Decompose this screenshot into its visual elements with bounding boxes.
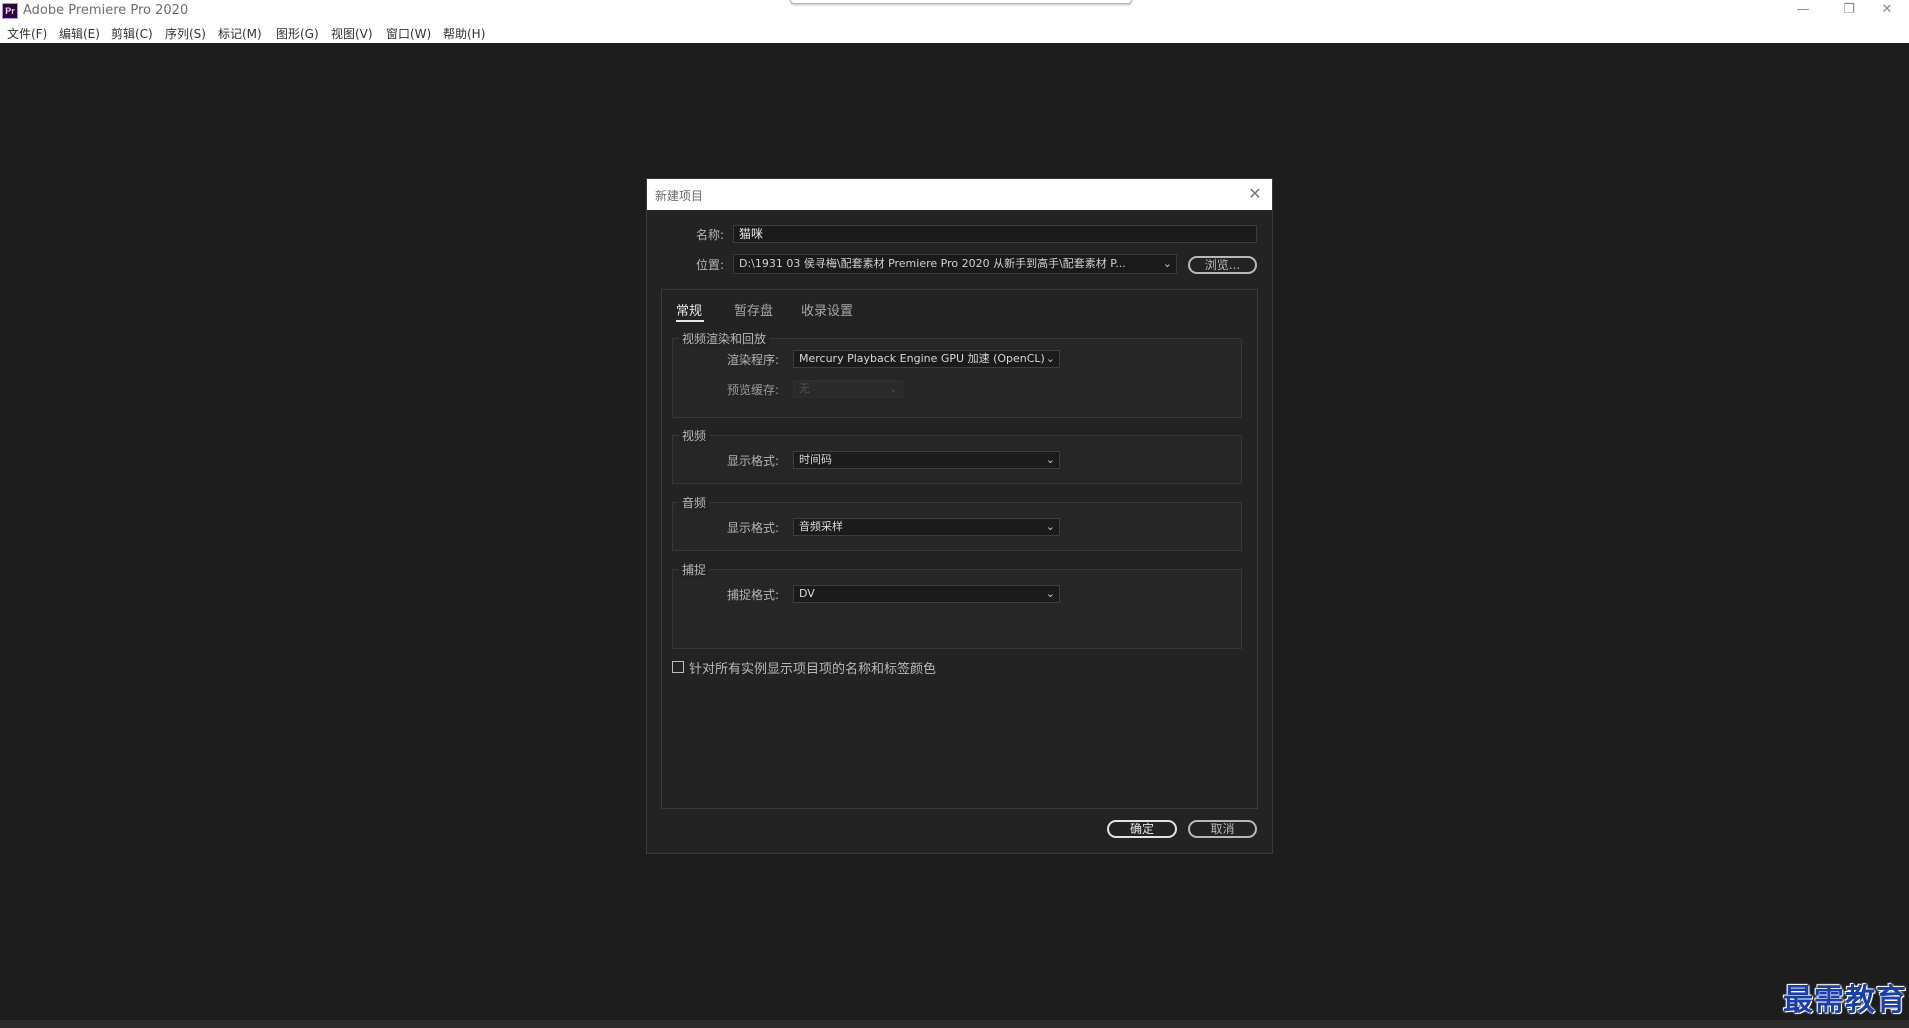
app-title: Adobe Premiere Pro 2020 — [23, 3, 189, 18]
watermark-logo: 最需教育 — [1783, 983, 1907, 1018]
video-display-format-value: 时间码 — [799, 453, 832, 466]
renderer-value: Mercury Playback Engine GPU 加速 (OpenCL) — [799, 352, 1045, 365]
capture-format-value: DV — [799, 587, 815, 600]
video-display-format-label: 显示格式: — [727, 454, 780, 468]
tab-ingest-settings[interactable]: 收录设置 — [801, 300, 853, 319]
minimize-icon[interactable]: — — [1780, 0, 1826, 22]
menu-graphics[interactable]: 图形(G) — [276, 25, 319, 42]
location-select[interactable]: D:\1931 03 侯寻梅\配套素材 Premiere Pro 2020 从新… — [733, 254, 1177, 274]
active-tab-indicator — [676, 320, 704, 322]
status-strip — [0, 1020, 1909, 1028]
project-name-input[interactable]: 猫咪 — [733, 225, 1257, 243]
audio-display-format-value: 音频采样 — [799, 520, 843, 533]
tab-general[interactable]: 常规 — [676, 300, 702, 319]
dialog-close-icon[interactable]: ✕ — [1244, 183, 1266, 205]
menu-window[interactable]: 窗口(W) — [386, 25, 431, 42]
chevron-down-icon: ⌄ — [1045, 587, 1055, 600]
location-value: D:\1931 03 侯寻梅\配套素材 Premiere Pro 2020 从新… — [739, 257, 1126, 270]
capture-format-dropdown[interactable]: DV ⌄ — [793, 585, 1060, 603]
menu-sequence[interactable]: 序列(S) — [165, 25, 206, 42]
menu-view[interactable]: 视图(V) — [331, 25, 373, 42]
tab-scratch-disks[interactable]: 暂存盘 — [734, 300, 773, 319]
menu-marker[interactable]: 标记(M) — [218, 25, 262, 42]
menu-help[interactable]: 帮助(H) — [443, 25, 485, 42]
name-label: 名称: — [696, 228, 725, 242]
location-label: 位置: — [696, 258, 725, 272]
title-bar-popup — [790, 0, 1132, 4]
preview-cache-dropdown: 无 ⌄ — [793, 380, 903, 398]
close-window-icon[interactable]: ✕ — [1864, 0, 1909, 22]
menu-bar: 文件(F) 编辑(E) 剪辑(C) 序列(S) 标记(M) 图形(G) 视图(V… — [0, 22, 1909, 44]
settings-panel: 常规 暂存盘 收录设置 视频渲染和回放 渲染程序: Mercury Playba… — [661, 289, 1258, 809]
preview-cache-value: 无 — [799, 382, 810, 395]
chevron-down-icon: ⌄ — [1162, 257, 1172, 270]
cancel-button[interactable]: 取消 — [1188, 820, 1257, 838]
preview-cache-label: 预览缓存: — [727, 383, 780, 397]
renderer-label: 渲染程序: — [727, 353, 780, 367]
chevron-down-icon: ⌄ — [1045, 352, 1055, 365]
chevron-down-icon: ⌄ — [1045, 453, 1055, 466]
menu-clip[interactable]: 剪辑(C) — [111, 25, 153, 42]
ok-button[interactable]: 确定 — [1107, 820, 1177, 838]
show-names-labels-label[interactable]: 针对所有实例显示项目项的名称和标签颜色 — [689, 658, 936, 677]
chevron-down-icon: ⌄ — [1045, 520, 1055, 533]
new-project-dialog: 新建项目 ✕ 名称: 猫咪 位置: D:\1931 03 侯寻梅\配套素材 Pr… — [646, 178, 1273, 854]
browse-button[interactable]: 浏览... — [1188, 256, 1257, 274]
group-title-render: 视频渲染和回放 — [679, 330, 770, 347]
menu-edit[interactable]: 编辑(E) — [59, 25, 100, 42]
audio-display-format-label: 显示格式: — [727, 521, 780, 535]
video-display-format-dropdown[interactable]: 时间码 ⌄ — [793, 451, 1060, 469]
group-title-audio: 音频 — [679, 494, 710, 511]
audio-display-format-dropdown[interactable]: 音频采样 ⌄ — [793, 518, 1060, 536]
app-title-bar: Pr Adobe Premiere Pro 2020 — ❐ ✕ — [0, 0, 1909, 22]
dialog-title: 新建项目 — [655, 189, 704, 203]
render-playback-group: 视频渲染和回放 渲染程序: Mercury Playback Engine GP… — [672, 330, 1242, 418]
video-group: 视频 显示格式: 时间码 ⌄ — [672, 427, 1242, 484]
premiere-app-icon: Pr — [2, 3, 18, 19]
group-title-video: 视频 — [679, 427, 710, 444]
chevron-down-icon: ⌄ — [888, 382, 898, 395]
capture-group: 捕捉 捕捉格式: DV ⌄ — [672, 561, 1242, 649]
group-title-capture: 捕捉 — [679, 561, 710, 578]
menu-file[interactable]: 文件(F) — [7, 25, 47, 42]
audio-group: 音频 显示格式: 音频采样 ⌄ — [672, 494, 1242, 551]
capture-format-label: 捕捉格式: — [727, 588, 780, 602]
renderer-dropdown[interactable]: Mercury Playback Engine GPU 加速 (OpenCL) … — [793, 350, 1060, 368]
show-names-labels-checkbox[interactable] — [672, 661, 684, 673]
dialog-title-bar: 新建项目 ✕ — [647, 179, 1272, 210]
